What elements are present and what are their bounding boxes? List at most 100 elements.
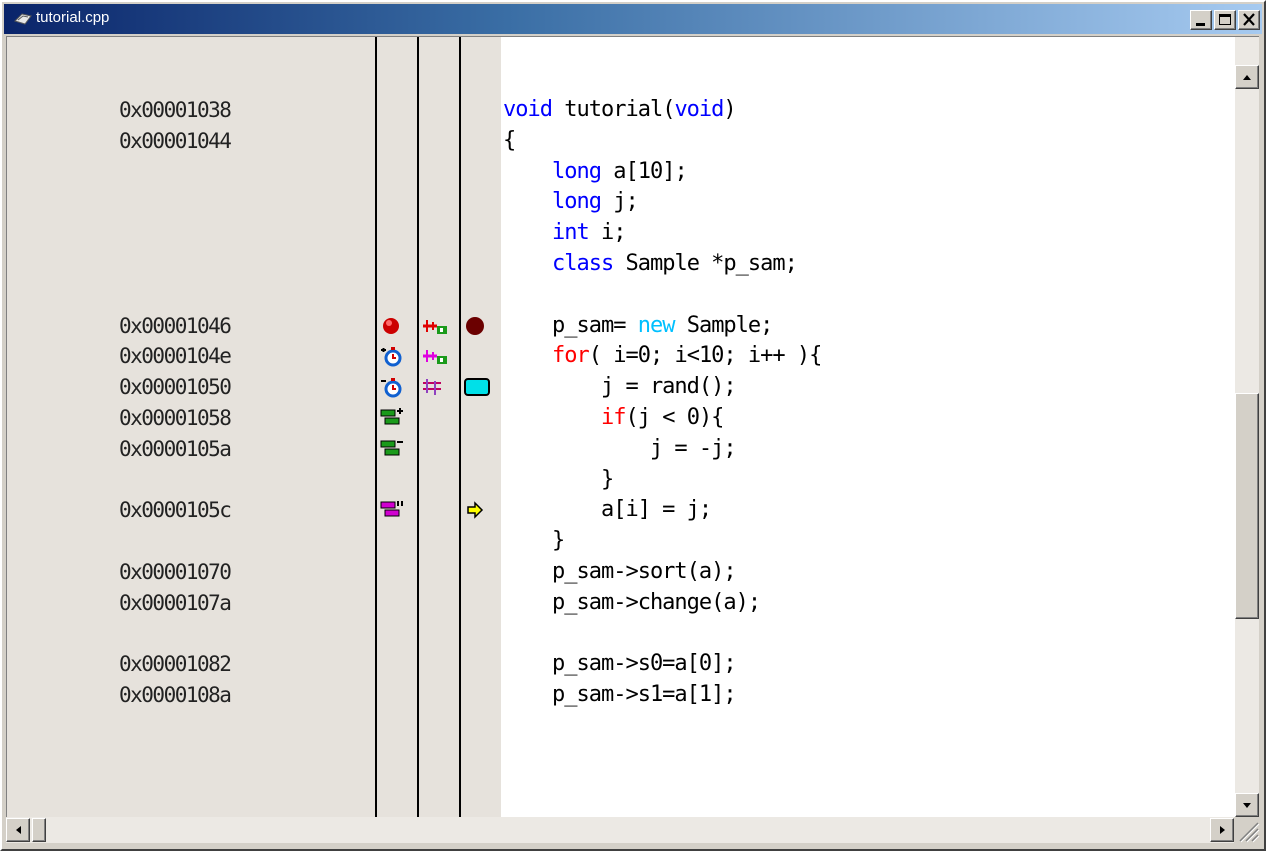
horizontal-scroll-thumb[interactable]: [32, 818, 46, 842]
source-line[interactable]: p_sam->s0=a[0];: [503, 649, 737, 679]
line-address: 0x00001038: [119, 98, 232, 122]
title-bar[interactable]: tutorial.cpp: [4, 4, 1262, 34]
code-text: }: [503, 467, 614, 492]
close-button[interactable]: [1238, 10, 1260, 30]
source-line[interactable]: j = rand();: [503, 372, 737, 402]
line-address: 0x0000104e: [119, 344, 232, 368]
line-address: 0x00001070: [119, 560, 232, 584]
code-keyword: int: [551, 220, 590, 245]
source-line[interactable]: p_sam->change(a);: [503, 588, 761, 618]
trace-start-icon[interactable]: [379, 406, 405, 434]
code-text: Sample;: [674, 313, 774, 338]
line-address: 0x00001046: [119, 314, 232, 338]
code-text: p_sam->change(a);: [503, 590, 761, 615]
trace-end-icon[interactable]: [379, 437, 405, 465]
code-text: p_sam->s1=a[1];: [503, 682, 737, 707]
line-address: 0x00001058: [119, 406, 232, 430]
code-keyword: if: [600, 405, 626, 430]
code-text: }: [503, 528, 565, 553]
pc-arrow-icon[interactable]: [463, 498, 487, 526]
source-line[interactable]: if(j < 0){: [503, 403, 724, 433]
line-address: 0x0000105c: [119, 498, 232, 522]
timer-start-icon[interactable]: [379, 344, 405, 372]
address-gutter: [7, 37, 501, 817]
line-address: 0x00001082: [119, 652, 232, 676]
breakpoint-icon[interactable]: [379, 314, 403, 342]
minimize-icon: [1196, 23, 1205, 26]
code-text: {: [503, 128, 516, 153]
code-text: Sample *p_sam;: [613, 251, 797, 276]
source-line[interactable]: p_sam->sort(a);: [503, 557, 737, 587]
maximize-button[interactable]: [1214, 10, 1236, 30]
code-text: a[10];: [600, 159, 687, 184]
scroll-up-arrow-icon: [1243, 75, 1251, 80]
document-icon: [14, 13, 32, 25]
code-text: ( i=0; i<10; i++ ){: [588, 343, 823, 368]
resize-grip-icon: [1239, 822, 1260, 843]
trace-point-icon[interactable]: [421, 375, 451, 403]
source-line[interactable]: long j;: [503, 187, 639, 217]
source-line[interactable]: p_sam->s1=a[1];: [503, 680, 737, 710]
event-point-magenta-icon[interactable]: [421, 344, 451, 372]
code-text: (j < 0){: [625, 405, 724, 430]
code-keyword: for: [551, 343, 590, 368]
resize-grip[interactable]: [1234, 817, 1260, 843]
source-line[interactable]: }: [503, 526, 565, 556]
close-icon: [1243, 13, 1255, 26]
code-text: p_sam->s0=a[0];: [503, 651, 737, 676]
code-text: j = -j;: [503, 436, 737, 461]
minimize-button[interactable]: [1190, 10, 1212, 30]
source-line[interactable]: j = -j;: [503, 434, 737, 464]
code-keyword: long: [551, 189, 602, 214]
line-address: 0x0000107a: [119, 591, 232, 615]
scroll-left-arrow-icon: [16, 826, 21, 834]
source-line[interactable]: p_sam= new Sample;: [503, 311, 774, 341]
scroll-down-button[interactable]: [1235, 793, 1259, 817]
cyan-box-icon[interactable]: [463, 375, 493, 403]
source-line[interactable]: void tutorial(void): [503, 95, 737, 125]
scroll-left-button[interactable]: [6, 818, 30, 842]
code-text: j;: [600, 189, 639, 214]
code-keyword: class: [551, 251, 614, 276]
code-keyword: void: [674, 97, 724, 122]
scroll-down-arrow-icon: [1243, 803, 1251, 808]
source-line[interactable]: int i;: [503, 218, 626, 248]
code-text: ): [723, 97, 736, 122]
code-text: p_sam->sort(a);: [503, 559, 737, 584]
maximize-icon: [1219, 14, 1231, 25]
code-text: p_sam=: [503, 313, 638, 338]
code-text: tutorial(: [551, 97, 675, 122]
gutter-divider: [459, 37, 461, 817]
source-line[interactable]: long a[10];: [503, 157, 688, 187]
source-line[interactable]: class Sample *p_sam;: [503, 249, 798, 279]
line-address: 0x0000108a: [119, 683, 232, 707]
vertical-scroll-thumb[interactable]: [1235, 393, 1259, 619]
code-text: a[i] = j;: [503, 497, 712, 522]
event-point-icon[interactable]: [421, 314, 451, 342]
source-line[interactable]: a[i] = j;: [503, 495, 712, 525]
source-window: tutorial.cpp 0x00001038 void tutorial(voi…: [0, 0, 1266, 851]
source-line[interactable]: for( i=0; i<10; i++ ){: [503, 341, 823, 371]
bookmark-dot-icon[interactable]: [463, 314, 487, 342]
line-address: 0x00001044: [119, 129, 232, 153]
source-line[interactable]: }: [503, 465, 614, 495]
scroll-right-arrow-icon: [1220, 826, 1225, 834]
line-address: 0x00001050: [119, 375, 232, 399]
vertical-scrollbar[interactable]: [1235, 37, 1259, 817]
scroll-up-button[interactable]: [1235, 65, 1259, 89]
code-keyword: void: [503, 97, 553, 122]
scroll-right-button[interactable]: [1210, 818, 1234, 842]
horizontal-scrollbar[interactable]: [6, 817, 1234, 843]
code-text: j = rand();: [503, 374, 737, 399]
timer-end-icon[interactable]: [379, 375, 405, 403]
editor-client-area: 0x00001038 void tutorial(void) 0x00001044 {…: [6, 36, 1259, 817]
window-title: tutorial.cpp: [36, 9, 110, 26]
source-line[interactable]: {: [503, 126, 516, 156]
trace-point-magenta-icon[interactable]: [379, 498, 405, 526]
